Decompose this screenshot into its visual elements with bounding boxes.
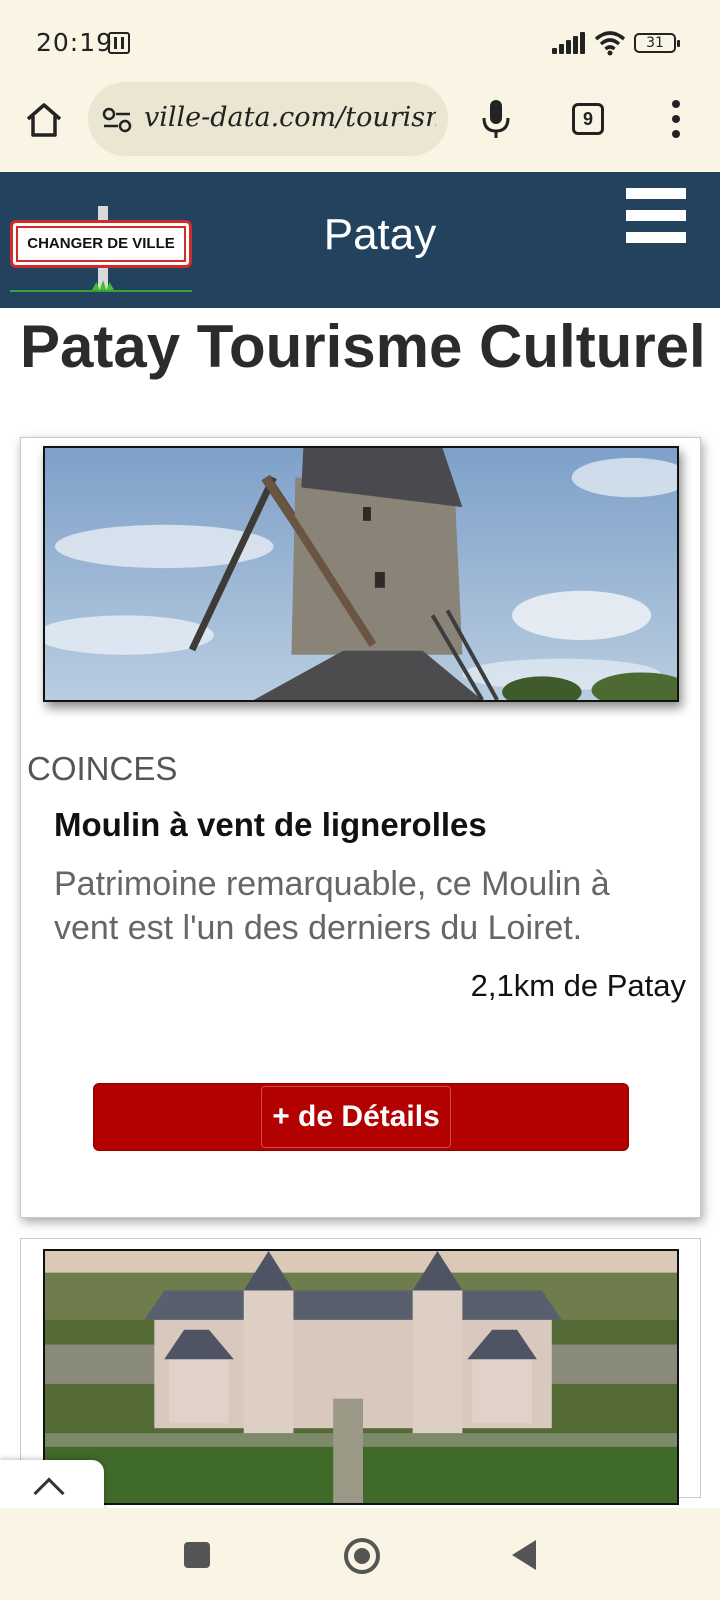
status-bar: 20:19 31 [0,0,720,82]
hamburger-icon[interactable] [626,188,686,244]
battery-icon: 31 [634,33,680,53]
details-button[interactable]: + de Détails [93,1083,629,1151]
site-header: CHANGER DE VILLE Patay [0,172,720,308]
browser-toolbar: ville-data.com/tourism 9 [0,82,720,172]
home-circle-icon[interactable] [344,1538,380,1574]
home-icon[interactable] [24,100,64,140]
grass-line [10,290,192,292]
recents-square-icon[interactable] [184,1542,210,1568]
card-description: Patrimoine remarquable, ce Moulin à vent… [54,865,610,947]
wifi-icon [594,31,626,56]
tabs-icon[interactable]: 9 [572,103,604,135]
menu-dots-icon[interactable] [668,98,684,140]
mic-icon[interactable] [480,98,512,140]
system-nav-bar [0,1508,720,1600]
card-title[interactable]: Moulin à vent de lignerolles [54,806,487,844]
attraction-card [20,1238,701,1505]
windmill-photo[interactable] [43,446,679,702]
chateau-photo[interactable] [43,1249,679,1505]
nfc-icon [108,32,130,54]
city-title: Patay [323,210,437,259]
details-button-label[interactable]: + de Détails [261,1086,451,1148]
url-text[interactable]: ville-data.com/tourism [144,102,436,133]
chevron-up-icon [33,1477,65,1509]
address-bar[interactable]: ville-data.com/tourism [88,82,448,156]
card-distance: 2,1km de Patay [470,968,686,1003]
status-time: 20:19 [36,28,114,57]
signal-icon [552,32,586,54]
site-settings-icon[interactable] [102,106,132,134]
card-location: COINCES [27,750,178,787]
page-title: Patay Tourisme Culturel [20,313,706,380]
grass-icon [92,280,114,290]
attraction-card: COINCES Moulin à vent de lignerolles Pat… [20,437,701,1218]
back-triangle-icon[interactable] [512,1540,536,1570]
